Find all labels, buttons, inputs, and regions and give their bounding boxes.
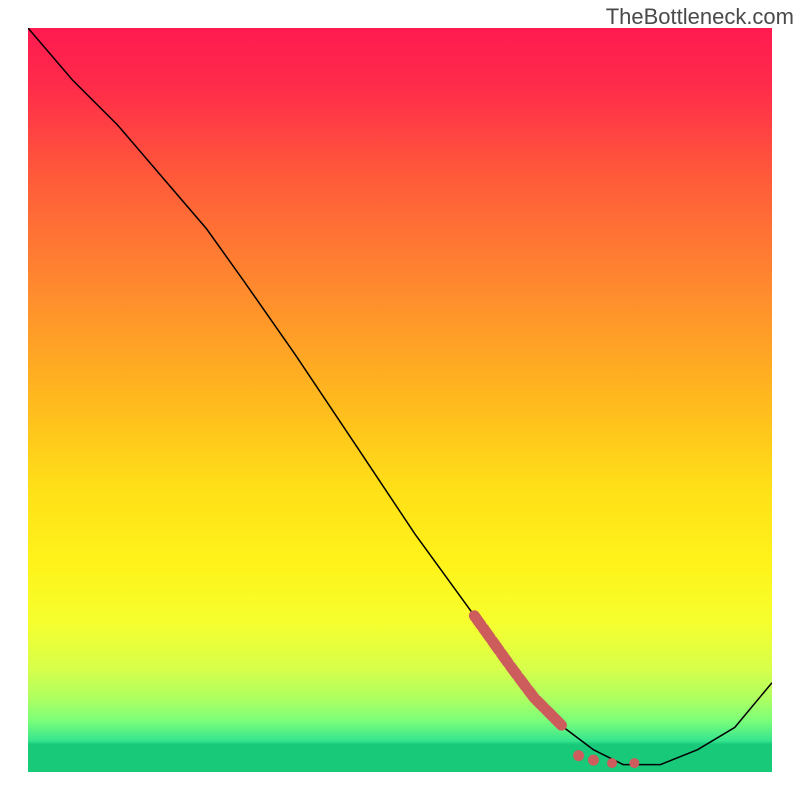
watermark-label: TheBottleneck.com (606, 4, 794, 30)
highlight-dash-segment (483, 628, 490, 637)
highlight-dash-segment (555, 718, 562, 725)
highlight-dash-dot (607, 758, 617, 768)
highlight-dash-dot (573, 750, 584, 761)
highlight-dash-dot (588, 755, 599, 766)
highlight-dash-segment (501, 653, 508, 662)
highlight-dash-dot (629, 758, 639, 768)
chart-plot-area (28, 28, 772, 772)
chart-svg (28, 28, 772, 772)
background-gradient (28, 28, 772, 772)
highlight-dash-segment (492, 641, 499, 650)
highlight-dash-segment (474, 616, 481, 625)
